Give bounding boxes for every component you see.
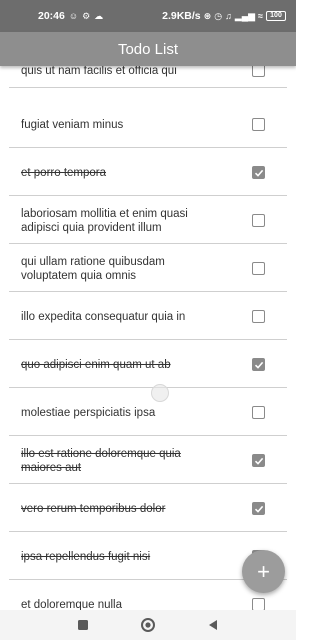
bluetooth-icon: ⊛ (203, 10, 212, 21)
todo-text: laboriosam mollitia et enim quasi adipis… (21, 207, 188, 234)
todo-checkbox[interactable] (252, 598, 265, 610)
check-icon (254, 361, 263, 369)
todo-checkbox[interactable] (252, 502, 265, 515)
home-icon[interactable] (137, 614, 159, 636)
todo-checkbox[interactable] (252, 262, 265, 275)
vpn-key-icon: ⚙ (82, 10, 91, 21)
todo-text: et doloremque nulla (21, 598, 123, 611)
todo-checkbox[interactable] (252, 214, 265, 227)
todo-checkbox[interactable] (252, 406, 265, 419)
check-icon (254, 169, 263, 177)
signal-icon: ▂▄▆ (234, 10, 256, 21)
add-todo-button[interactable]: + (242, 550, 285, 593)
app-title: Todo List (117, 40, 179, 58)
network-speed: 2.9KB/s (162, 10, 201, 22)
todo-item[interactable]: et porro tempora (9, 150, 287, 196)
status-bar: 20:46 ☺ ⚙ ☁ 2.9KB/s ⊛ ◷ ♫ ▂▄▆ ≈ 100 (0, 0, 296, 32)
todo-list[interactable]: quis ut nam facilis et officia qui fugia… (0, 54, 296, 610)
todo-checkbox[interactable] (252, 454, 265, 467)
todo-text: vero rerum temporibus dolor (21, 502, 166, 515)
battery-icon: 100 (266, 11, 286, 21)
status-time: 20:46 (38, 10, 65, 22)
navigation-bar (0, 610, 296, 640)
todo-text: illo expedita consequatur quia in (21, 310, 186, 323)
todo-item[interactable]: illo expedita consequatur quia in (9, 294, 287, 340)
todo-item[interactable]: quo adipisci enim quam ut ab (9, 342, 287, 388)
wifi-icon: ≈ (258, 10, 263, 21)
todo-item[interactable]: fugiat veniam minus (9, 102, 287, 148)
touch-indicator (151, 384, 169, 402)
notification-icon: ☺ (68, 10, 79, 21)
todo-item[interactable]: molestiae perspiciatis ipsa (9, 390, 287, 436)
todo-screen: 20:46 ☺ ⚙ ☁ 2.9KB/s ⊛ ◷ ♫ ▂▄▆ ≈ 100 Todo… (0, 0, 296, 640)
recent-apps-icon[interactable] (72, 614, 94, 636)
check-icon (254, 505, 263, 513)
status-left: 20:46 ☺ ⚙ ☁ (38, 10, 103, 22)
status-right: 2.9KB/s ⊛ ◷ ♫ ▂▄▆ ≈ 100 (162, 10, 286, 22)
add-icon: + (257, 558, 270, 584)
todo-item[interactable]: qui ullam ratione quibusdam voluptatem q… (9, 246, 287, 292)
todo-checkbox[interactable] (252, 166, 265, 179)
todo-item[interactable]: laboriosam mollitia et enim quasi adipis… (9, 198, 287, 244)
todo-text: qui ullam ratione quibusdam voluptatem q… (21, 255, 165, 282)
todo-item[interactable]: illo est ratione doloremque quia maiores… (9, 438, 287, 484)
todo-text: ipsa repellendus fugit nisi (21, 550, 151, 563)
todo-text: fugiat veniam minus (21, 118, 124, 131)
back-icon[interactable] (202, 614, 224, 636)
todo-text: illo est ratione doloremque quia maiores… (21, 447, 181, 474)
todo-checkbox[interactable] (252, 358, 265, 371)
volume-icon: ♫ (225, 10, 232, 21)
todo-item[interactable]: et doloremque nulla (9, 582, 287, 610)
alarm-icon: ◷ (214, 10, 223, 21)
todo-checkbox[interactable] (252, 118, 265, 131)
cloud-icon: ☁ (94, 10, 104, 21)
todo-item[interactable]: vero rerum temporibus dolor (9, 486, 287, 532)
todo-text: quo adipisci enim quam ut ab (21, 358, 171, 371)
todo-text: et porro tempora (21, 166, 107, 179)
app-bar: Todo List (0, 32, 296, 66)
todo-text: molestiae perspiciatis ipsa (21, 406, 156, 419)
todo-checkbox[interactable] (252, 310, 265, 323)
check-icon (254, 457, 263, 465)
